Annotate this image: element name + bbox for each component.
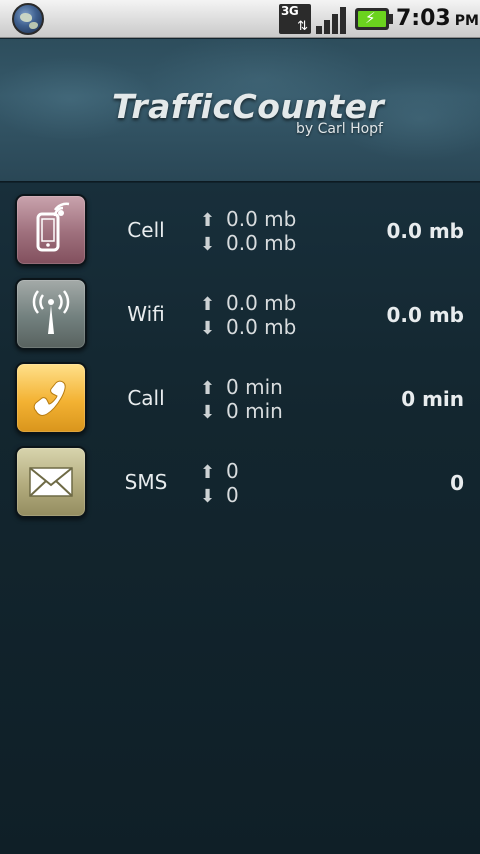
phone-handset-icon[interactable] [15, 362, 87, 434]
upload-value: ⬆ 0 [200, 459, 239, 483]
envelope-icon[interactable] [15, 446, 87, 518]
download-arrow-icon: ⬇ [200, 318, 216, 339]
network-type-label: 3G [281, 4, 299, 18]
upload-arrow-icon: ⬆ [200, 462, 216, 483]
upload-arrow-icon: ⬆ [200, 210, 216, 231]
phone-signal-icon[interactable] [15, 194, 87, 266]
status-bar: 3G ⇅ ⚡ 7:03 PM [0, 0, 480, 38]
signal-strength-icon [316, 4, 350, 34]
row-total: 0.0 mb [386, 219, 464, 243]
row-label: SMS [124, 470, 168, 494]
wifi-antenna-icon[interactable] [15, 278, 87, 350]
counter-row-wifi[interactable]: Wifi ⬆ 0.0 mb ⬇ 0.0 mb 0.0 mb [0, 267, 480, 350]
app-subtitle: by Carl Hopf [296, 121, 383, 137]
upload-arrow-icon: ⬆ [200, 378, 216, 399]
download-arrow-icon: ⬇ [200, 486, 216, 507]
battery-charging-icon: ⚡ [355, 8, 393, 30]
download-value: ⬇ 0 min [200, 399, 283, 423]
download-value: ⬇ 0.0 mb [200, 315, 297, 339]
counter-row-call[interactable]: Call ⬆ 0 min ⬇ 0 min 0 min [0, 351, 480, 434]
counter-row-cell[interactable]: Cell ⬆ 0.0 mb ⬇ 0.0 mb 0.0 mb [0, 183, 480, 266]
clock-time: 7:03 [396, 6, 451, 31]
status-clock: 7:03 PM [396, 6, 479, 31]
row-label: Cell [127, 218, 165, 242]
3g-data-icon: 3G ⇅ [279, 4, 311, 34]
row-total: 0 min [401, 387, 464, 411]
row-label: Call [127, 386, 165, 410]
row-label: Wifi [127, 302, 165, 326]
counter-row-sms[interactable]: SMS ⬆ 0 ⬇ 0 0 [0, 435, 480, 518]
upload-value: ⬆ 0.0 mb [200, 291, 297, 315]
app-header: TrafficCounter by Carl Hopf [0, 39, 480, 182]
row-total: 0 [450, 471, 464, 495]
row-total: 0.0 mb [386, 303, 464, 327]
upload-arrow-icon: ⬆ [200, 294, 216, 315]
upload-value: ⬆ 0.0 mb [200, 207, 297, 231]
upload-value: ⬆ 0 min [200, 375, 283, 399]
download-value: ⬇ 0.0 mb [200, 231, 297, 255]
clock-ampm: PM [454, 13, 479, 29]
data-arrows-icon: ⇅ [297, 19, 308, 34]
download-arrow-icon: ⬇ [200, 234, 216, 255]
download-arrow-icon: ⬇ [200, 402, 216, 423]
counter-list: Cell ⬆ 0.0 mb ⬇ 0.0 mb 0.0 mb Wifi ⬆ 0.0 mb… [0, 183, 480, 854]
globe-icon [12, 3, 44, 35]
download-value: ⬇ 0 [200, 483, 239, 507]
